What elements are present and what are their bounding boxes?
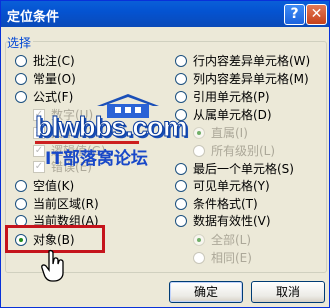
radio-validation-all (193, 234, 205, 246)
checkbox-errors: ✓ (33, 161, 45, 173)
radio-conditional-formats[interactable] (175, 198, 187, 210)
radio-precedents[interactable] (175, 91, 187, 103)
close-button[interactable]: ✕ (306, 4, 327, 25)
dialog-title: 定位条件 (7, 10, 60, 25)
radio-comments[interactable] (15, 55, 27, 67)
radio-last-cell[interactable] (175, 163, 187, 175)
watermark-tagline: IT部落窝论坛 (45, 149, 148, 169)
title-bar: 定位条件 ? ✕ (1, 1, 329, 27)
radio-row-differences[interactable] (175, 55, 187, 67)
go-to-special-dialog: 定位条件 ? ✕ 选择 批注(C) 常量(O) 公式(F) ✓ 数字(U) ✓ … (0, 0, 330, 308)
checkbox-logicals: ✓ (33, 145, 45, 157)
radio-blanks[interactable] (15, 180, 27, 192)
radio-constants[interactable] (15, 73, 27, 85)
watermark-url: blwbbs.com (35, 111, 189, 143)
ok-button[interactable]: 确定 (169, 281, 243, 303)
cancel-button[interactable]: 取消 (251, 281, 325, 303)
radio-all-levels (193, 145, 205, 157)
help-button[interactable]: ? (284, 4, 305, 25)
radio-current-region[interactable] (15, 198, 27, 210)
radio-data-validation[interactable] (175, 215, 187, 227)
radio-visible-cells[interactable] (175, 180, 187, 192)
radio-validation-same (193, 252, 205, 264)
radio-direct-only (193, 127, 205, 139)
hand-cursor-icon (41, 249, 64, 282)
radio-column-differences[interactable] (175, 73, 187, 85)
radio-formulas[interactable] (15, 91, 27, 103)
group-label: 选择 (7, 34, 34, 51)
